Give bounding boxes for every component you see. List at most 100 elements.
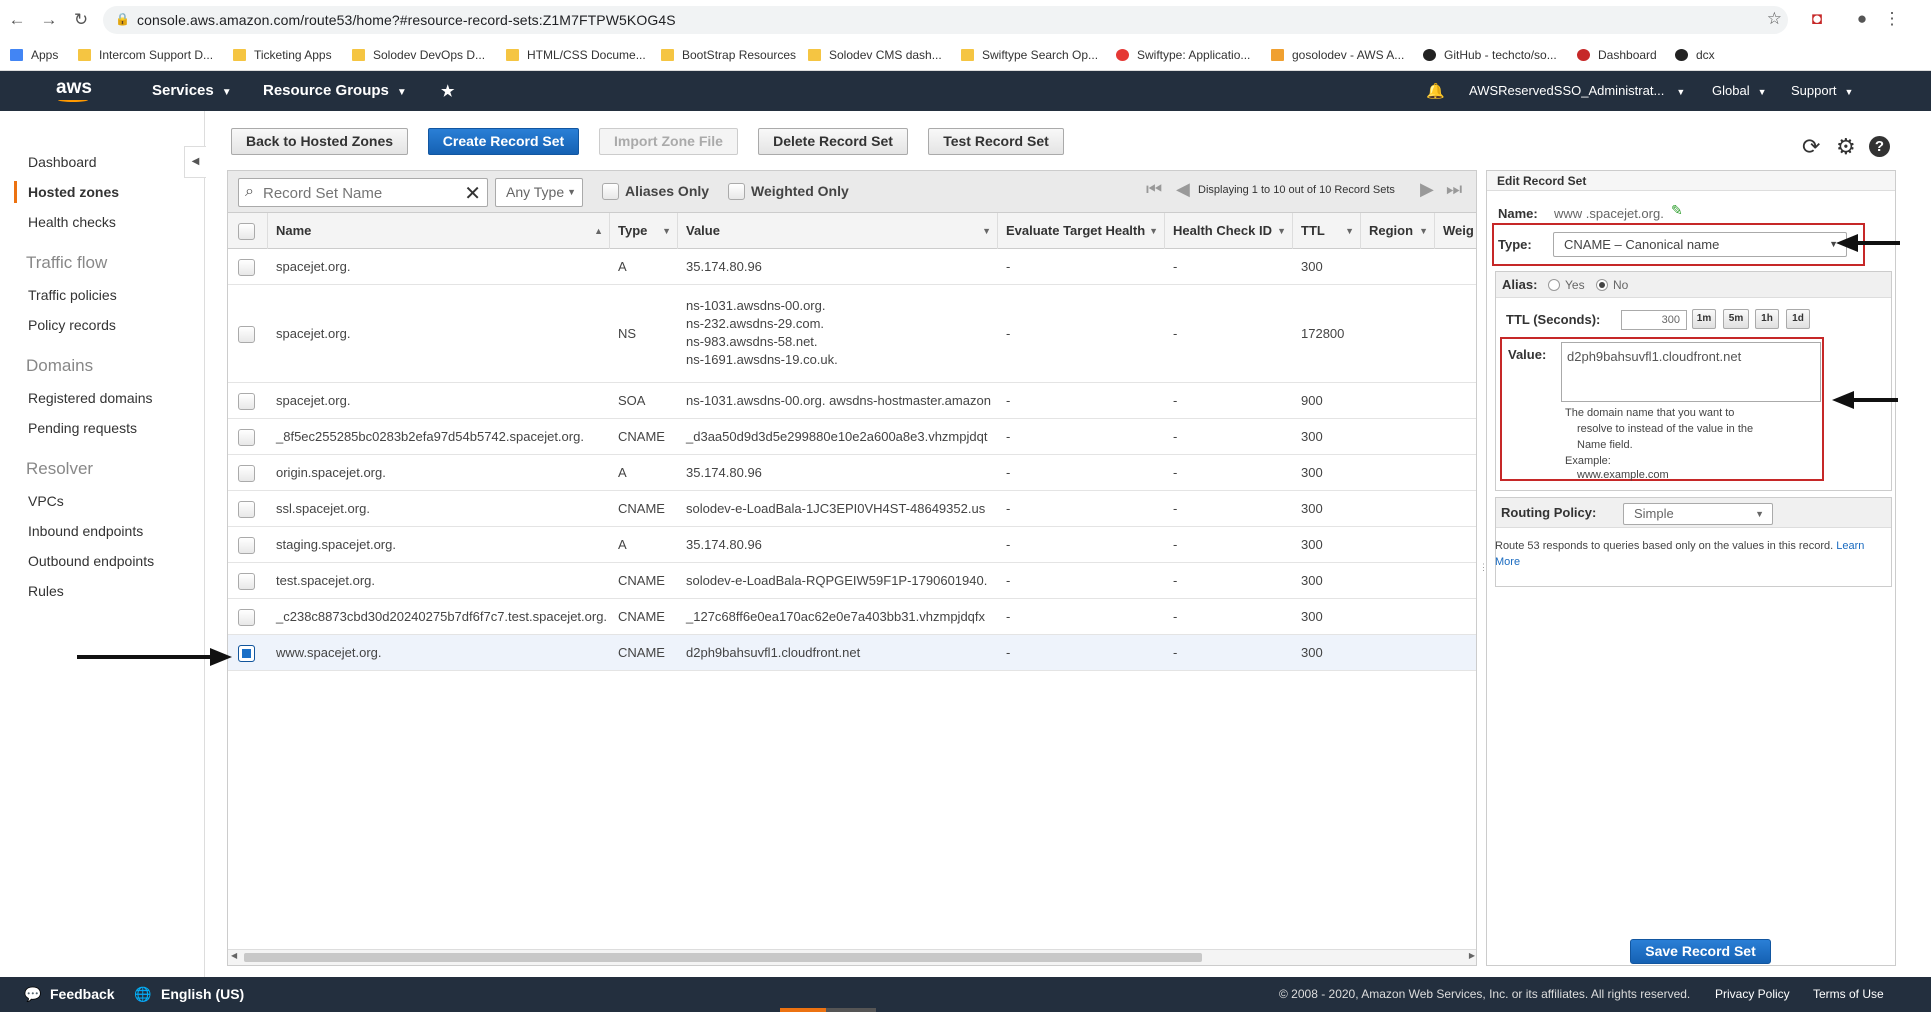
first-page-icon[interactable]: ⏮ bbox=[1146, 179, 1162, 200]
ttl-1m-button[interactable]: 1m bbox=[1692, 309, 1716, 329]
scroll-left-icon[interactable]: ◀ bbox=[231, 951, 237, 960]
column-header-evaluate-target-health[interactable]: Evaluate Target Health ▼ bbox=[998, 213, 1165, 249]
search-input[interactable] bbox=[263, 182, 458, 204]
reload-icon[interactable]: ↻ bbox=[70, 9, 92, 31]
table-row[interactable]: _8f5ec255285bc0283b2efa97d54b5742.spacej… bbox=[228, 419, 1476, 455]
bookmark-item[interactable]: Apps bbox=[10, 46, 58, 64]
bookmark-item[interactable]: GitHub - techcto/so... bbox=[1423, 46, 1557, 64]
bookmark-item[interactable]: Dashboard bbox=[1577, 46, 1657, 64]
row-checkbox[interactable] bbox=[238, 392, 255, 410]
next-page-icon[interactable]: ▶ bbox=[1420, 179, 1434, 200]
terms-of-use-link[interactable]: Terms of Use bbox=[1813, 987, 1884, 1001]
pin-icon[interactable]: ★ bbox=[441, 82, 454, 100]
column-header-name[interactable]: Name ▲ bbox=[268, 213, 610, 249]
alias-yes-radio[interactable] bbox=[1548, 279, 1560, 291]
column-header-type[interactable]: Type ▼ bbox=[610, 213, 678, 249]
table-row[interactable]: spacejet.org. SOA ns-1031.awsdns-00.org. a… bbox=[228, 383, 1476, 419]
column-header-value[interactable]: Value ▼ bbox=[678, 213, 998, 249]
bookmark-star-icon[interactable]: ☆ bbox=[1767, 9, 1782, 29]
language-selector[interactable]: English (US) bbox=[161, 986, 244, 1002]
bell-icon[interactable]: 🔔 bbox=[1426, 82, 1445, 100]
nav-pending-requests[interactable]: Pending requests bbox=[28, 420, 137, 436]
table-row[interactable]: staging.spacejet.org. A 35.174.80.96 - - 300 bbox=[228, 527, 1476, 563]
region-menu[interactable]: Global ▼ bbox=[1712, 83, 1767, 98]
back-arrow-icon[interactable]: ← bbox=[6, 9, 28, 31]
nav-registered-domains[interactable]: Registered domains bbox=[28, 390, 153, 406]
scrollbar-thumb[interactable] bbox=[244, 953, 1202, 962]
column-header-weight[interactable]: Weig bbox=[1435, 213, 1476, 249]
support-menu[interactable]: Support ▼ bbox=[1791, 83, 1853, 98]
select-all-checkbox[interactable] bbox=[238, 223, 255, 240]
row-checkbox[interactable] bbox=[238, 644, 255, 662]
save-record-set-button[interactable]: Save Record Set bbox=[1630, 939, 1771, 964]
profile-icon[interactable]: ● bbox=[1851, 9, 1873, 29]
row-checkbox[interactable] bbox=[238, 500, 255, 518]
ttl-1d-button[interactable]: 1d bbox=[1786, 309, 1810, 329]
search-box[interactable]: ⌕ ✕ bbox=[238, 178, 488, 207]
value-textarea[interactable]: d2ph9bahsuvfl1.cloudfront.net bbox=[1561, 342, 1821, 402]
table-row[interactable]: ssl.spacejet.org. CNAME solodev-e-LoadBala… bbox=[228, 491, 1476, 527]
type-select[interactable]: CNAME – Canonical name ▼ bbox=[1553, 232, 1847, 257]
type-filter-dropdown[interactable]: Any Type ▼ bbox=[495, 178, 583, 207]
bookmark-item[interactable]: HTML/CSS Docume... bbox=[506, 46, 646, 64]
column-header-region[interactable]: Region ▼ bbox=[1361, 213, 1435, 249]
table-row[interactable]: spacejet.org. A 35.174.80.96 - - 300 bbox=[228, 249, 1476, 285]
table-row[interactable]: spacejet.org. NS ns-1031.awsdns-00.org. ns-… bbox=[228, 285, 1476, 383]
bookmark-item[interactable]: Intercom Support D... bbox=[78, 46, 213, 64]
privacy-policy-link[interactable]: Privacy Policy bbox=[1715, 987, 1790, 1001]
table-row[interactable]: _c238c8873cbd30d20240275b7df6f7c7.test.s… bbox=[228, 599, 1476, 635]
scroll-right-icon[interactable]: ▶ bbox=[1469, 951, 1475, 960]
account-menu[interactable]: AWSReservedSSO_Administrat... ▼ bbox=[1469, 83, 1685, 98]
services-menu[interactable]: Services ▼ bbox=[152, 82, 232, 99]
weighted-only-checkbox[interactable] bbox=[728, 183, 745, 200]
row-checkbox[interactable] bbox=[238, 464, 255, 482]
row-checkbox[interactable] bbox=[238, 258, 255, 276]
bookmark-item[interactable]: dcx bbox=[1675, 46, 1715, 64]
pencil-icon[interactable]: ✎ bbox=[1671, 202, 1683, 219]
table-row[interactable]: test.spacejet.org. CNAME solodev-e-LoadBal… bbox=[228, 563, 1476, 599]
nav-hosted-zones[interactable]: Hosted zones bbox=[28, 184, 119, 200]
column-header-ttl[interactable]: TTL ▼ bbox=[1293, 213, 1361, 249]
refresh-icon[interactable]: ⟳ bbox=[1802, 134, 1820, 160]
resource-groups-menu[interactable]: Resource Groups ▼ bbox=[263, 82, 407, 99]
clear-icon[interactable]: ✕ bbox=[464, 181, 481, 206]
bookmark-item[interactable]: Swiftype: Applicatio... bbox=[1116, 46, 1250, 64]
browser-menu-icon[interactable]: ⋮ bbox=[1881, 9, 1903, 29]
column-header-health-check-id[interactable]: Health Check ID ▼ bbox=[1165, 213, 1293, 249]
row-checkbox[interactable] bbox=[238, 536, 255, 554]
test-record-set-button[interactable]: Test Record Set bbox=[928, 128, 1064, 155]
bookmark-item[interactable]: BootStrap Resources bbox=[661, 46, 796, 64]
create-record-set-button[interactable]: Create Record Set bbox=[428, 128, 579, 155]
table-row[interactable]: www.spacejet.org. CNAME d2ph9bahsuvfl1.clo… bbox=[228, 635, 1476, 671]
aws-logo[interactable]: aws bbox=[56, 77, 92, 99]
forward-arrow-icon[interactable]: → bbox=[38, 9, 60, 31]
feedback-link[interactable]: Feedback bbox=[50, 986, 115, 1002]
nav-health-checks[interactable]: Health checks bbox=[28, 214, 116, 230]
collapse-nav-icon[interactable]: ◀ bbox=[184, 146, 206, 178]
ttl-1h-button[interactable]: 1h bbox=[1755, 309, 1779, 329]
nav-vpcs[interactable]: VPCs bbox=[28, 493, 64, 509]
last-page-icon[interactable]: ⏭ bbox=[1446, 179, 1462, 200]
nav-outbound-endpoints[interactable]: Outbound endpoints bbox=[28, 553, 154, 569]
bookmark-item[interactable]: Solodev DevOps D... bbox=[352, 46, 485, 64]
table-row[interactable]: origin.spacejet.org. A 35.174.80.96 - - 300 bbox=[228, 455, 1476, 491]
bookmark-item[interactable]: gosolodev - AWS A... bbox=[1271, 46, 1404, 64]
bookmark-item[interactable]: Swiftype Search Op... bbox=[961, 46, 1098, 64]
nav-traffic-policies[interactable]: Traffic policies bbox=[28, 287, 117, 303]
nav-policy-records[interactable]: Policy records bbox=[28, 317, 116, 333]
nav-dashboard[interactable]: Dashboard bbox=[28, 154, 97, 170]
row-checkbox[interactable] bbox=[238, 325, 255, 343]
ttl-input[interactable]: 300 bbox=[1621, 310, 1687, 330]
gear-icon[interactable]: ⚙ bbox=[1836, 134, 1856, 160]
back-to-hosted-zones-button[interactable]: Back to Hosted Zones bbox=[231, 128, 408, 155]
delete-record-set-button[interactable]: Delete Record Set bbox=[758, 128, 908, 155]
routing-policy-select[interactable]: Simple ▼ bbox=[1623, 503, 1773, 525]
help-icon[interactable]: ? bbox=[1869, 136, 1890, 157]
row-checkbox[interactable] bbox=[238, 428, 255, 446]
alias-no-radio[interactable] bbox=[1596, 279, 1608, 291]
row-checkbox[interactable] bbox=[238, 572, 255, 590]
url-bar[interactable]: 🔒 console.aws.amazon.com/route53/home?#r… bbox=[103, 6, 1788, 34]
nav-rules[interactable]: Rules bbox=[28, 583, 64, 599]
ttl-5m-button[interactable]: 5m bbox=[1723, 309, 1749, 329]
aliases-only-checkbox[interactable] bbox=[602, 183, 619, 200]
